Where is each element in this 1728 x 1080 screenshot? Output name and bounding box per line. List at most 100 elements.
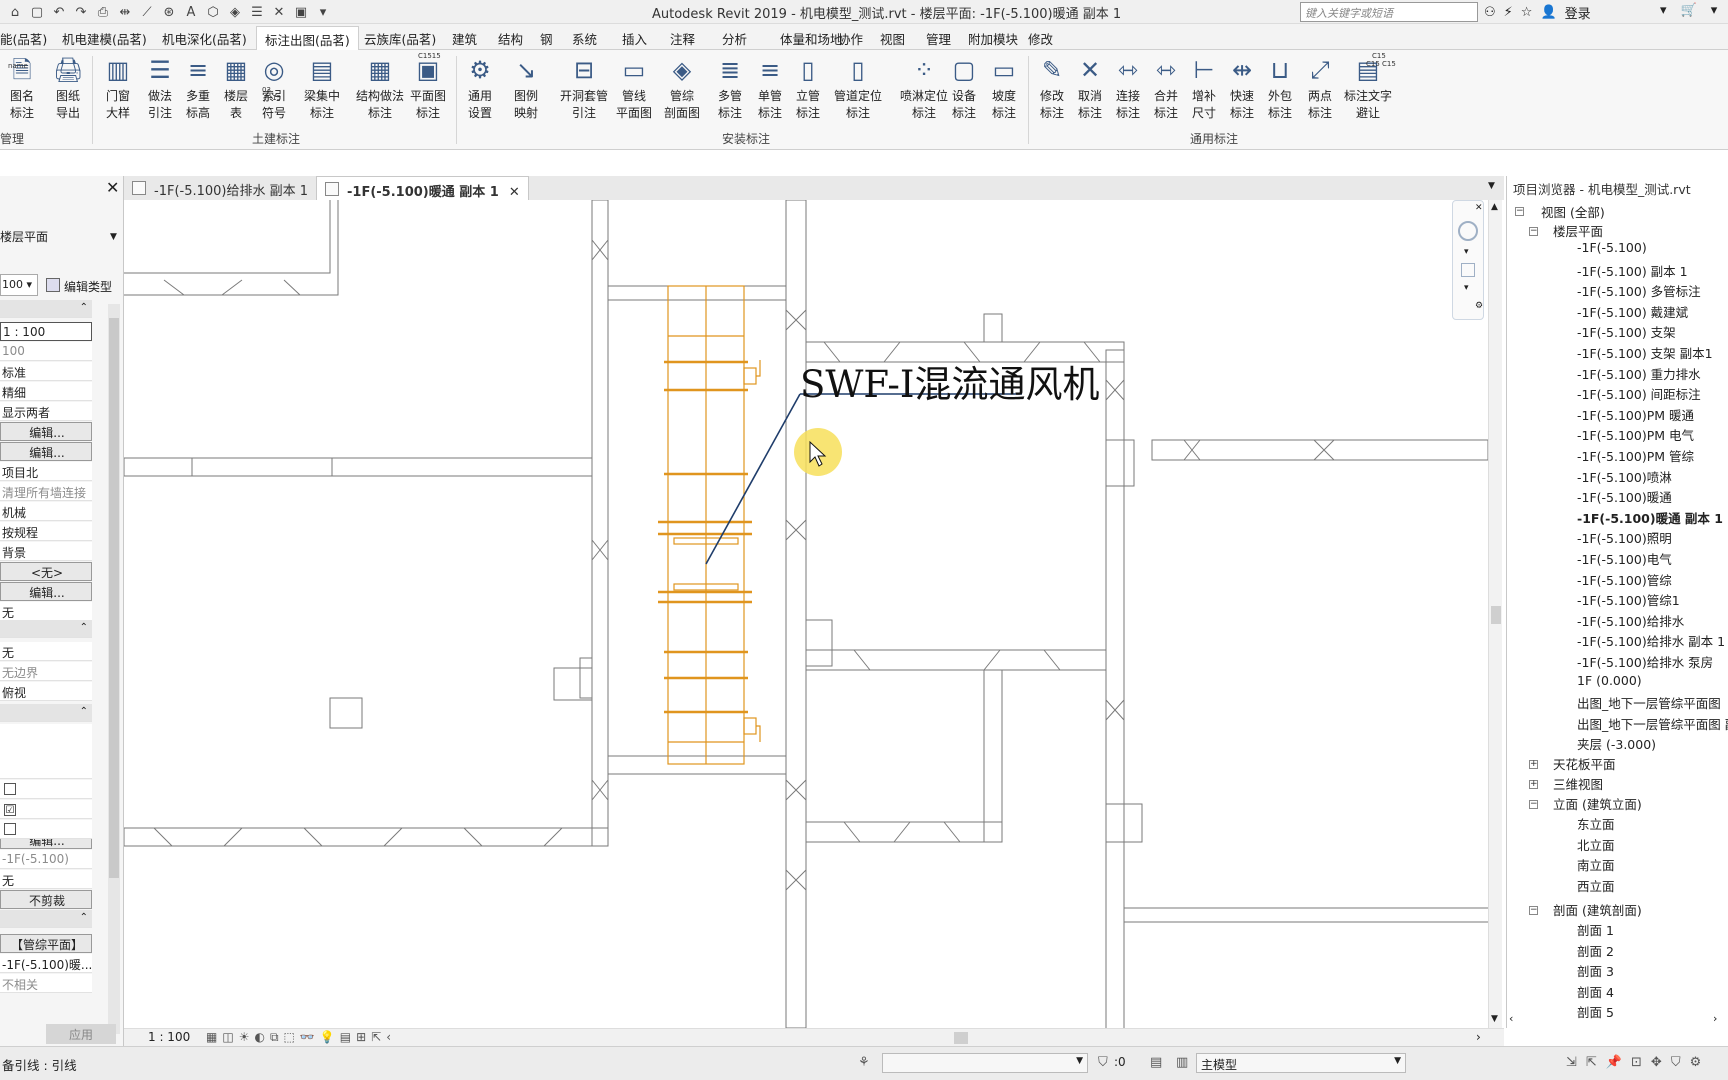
chevron-down-icon[interactable]: ▾ [1464,247,1469,257]
settings-icon[interactable]: ⚙ [1690,1055,1702,1070]
ribbon-tab-0[interactable]: 能(品茗) [0,29,47,48]
analytical-icon[interactable]: ⊞ [356,1030,366,1045]
ribbon-tab-11[interactable]: 分析 [722,29,747,48]
ribbon-tab-14[interactable]: 视图 [880,29,905,48]
scroll-left-icon[interactable]: ‹ [1509,1012,1513,1025]
tab-hvac-copy[interactable]: -1F(-5.100)暖通 副本 1 ✕ [316,176,529,200]
ribbon-button-1[interactable]: 🖨 图纸 导出 [50,54,86,122]
ribbon-button-23[interactable]: ✕ 取消 标注 [1072,54,1108,122]
select-underlay-icon[interactable]: ⇱ [1586,1055,1597,1070]
browser-item-section[interactable]: 剖面 2 [1577,941,1614,960]
redo-icon[interactable]: ↷ [72,3,90,21]
switch-windows-icon[interactable]: ▣ [292,3,310,21]
browser-item-section[interactable]: 剖面 3 [1577,961,1614,980]
chevron-down-icon[interactable]: ▼ [110,232,117,242]
temporary-hide-icon[interactable]: 👓 [300,1030,315,1045]
measure-icon[interactable]: ⇹ [116,3,134,21]
property-value-21[interactable]: 不剪裁 [0,890,92,909]
expand-icon[interactable]: + [1529,760,1538,769]
ribbon-button-16[interactable]: ≡ 单管 标注 [752,54,788,122]
property-group-header[interactable] [0,910,92,928]
property-value-13[interactable]: 编辑... [0,582,92,601]
ribbon-button-29[interactable]: ⤢ 两点 标注 [1302,54,1338,122]
zoom-icon[interactable] [1461,263,1475,277]
checkbox[interactable]: ☑ [4,804,16,816]
open-icon[interactable]: ▢ [28,3,46,21]
ribbon-tab-8[interactable]: 系统 [572,29,597,48]
reveal-hidden-icon[interactable]: 💡 [320,1030,335,1045]
browser-item-floor-plan[interactable]: 出图_地下一层管综平面图 [1577,693,1721,712]
collapse-icon[interactable]: − [1529,906,1538,915]
text-icon[interactable]: A [182,3,200,21]
browser-item-floor-plan[interactable]: -1F(-5.100) 支架 副本1 [1577,343,1713,362]
subscription-icon[interactable]: ⚡ [1504,5,1513,20]
scroll-down-icon[interactable]: ▼ [1491,1014,1498,1024]
drawing-canvas[interactable]: SWF-I混流通风机 [124,200,1488,1028]
ribbon-button-18[interactable]: ▯ 管道定位 标注 [830,54,886,122]
ribbon-button-15[interactable]: ≣ 多管 标注 [712,54,748,122]
browser-item-floor-plan[interactable]: -1F(-5.100)给排水 [1577,611,1684,630]
select-by-face-icon[interactable]: ⊡ [1631,1055,1642,1070]
ribbon-button-13[interactable]: ▭ 管线 平面图 [612,54,656,122]
property-group-header[interactable] [0,620,92,638]
browser-item-floor-plan[interactable]: -1F(-5.100)喷淋 [1577,467,1672,486]
filter-icon[interactable]: ⛉ [1098,1055,1108,1070]
browser-node-3d-views[interactable]: 三维视图 [1553,774,1603,793]
browser-item-floor-plan[interactable]: 出图_地下一层管综平面图 副 [1577,714,1728,733]
browser-item-elevation[interactable]: 西立面 [1577,876,1615,895]
ribbon-tab-15[interactable]: 管理 [926,29,951,48]
ribbon-tab-4[interactable]: 云族库(品茗) [364,29,436,48]
browser-item-floor-plan[interactable]: -1F(-5.100)电气 [1577,549,1672,568]
property-checkbox-row[interactable] [0,780,92,799]
properties-scrollbar[interactable] [108,304,120,1034]
horizontal-scrollbar-thumb[interactable] [954,1032,968,1044]
search-input[interactable]: 键入关键字或短语 [1300,2,1478,22]
cart-icon[interactable]: 🛒 [1681,3,1697,18]
collapse-icon[interactable]: − [1529,800,1538,809]
ribbon-button-7[interactable]: ▤ 梁集中 标注 [300,54,344,122]
tag-icon[interactable]: ⊛ [160,3,178,21]
checkbox[interactable] [4,783,16,795]
home-icon[interactable]: ⌂ [6,3,24,21]
annotation-leader[interactable] [705,393,1022,565]
section-icon[interactable]: ◈ [226,3,244,21]
ribbon-button-12[interactable]: ⊟ 开洞套管 引注 [552,54,616,122]
more-icon[interactable]: ▾ [1711,3,1718,18]
scrollbar-thumb[interactable] [1491,606,1501,624]
browser-node-views[interactable]: 视图 (全部) [1541,202,1605,221]
ribbon-tab-13[interactable]: 协作 [838,29,863,48]
browser-item-floor-plan[interactable]: -1F(-5.100)PM 管综 [1577,446,1694,465]
browser-item-floor-plan[interactable]: -1F(-5.100)PM 电气 [1577,425,1694,444]
ribbon-tab-9[interactable]: 插入 [622,29,647,48]
browser-item-elevation[interactable]: 北立面 [1577,835,1615,854]
collapse-icon[interactable]: − [1515,207,1524,216]
align-icon[interactable]: ⟋ [138,3,156,21]
chevron-down-icon[interactable]: ▾ [1464,283,1469,293]
undo-icon[interactable]: ↶ [50,3,68,21]
ribbon-tab-17[interactable]: 修改 [1028,29,1053,48]
close-tab-icon[interactable]: ✕ [509,185,520,200]
user-icon[interactable]: 👤 [1540,5,1556,20]
browser-item-floor-plan[interactable]: -1F(-5.100) 间距标注 [1577,384,1701,403]
thin-lines-icon[interactable]: ☰ [248,3,266,21]
expand-icon[interactable]: + [1529,780,1538,789]
browser-item-floor-plan[interactable]: -1F(-5.100)管综 [1577,570,1672,589]
browser-item-floor-plan[interactable]: -1F(-5.100) 支架 [1577,322,1676,341]
select-links-icon[interactable]: ⇲ [1566,1055,1577,1070]
browser-node-ceiling-plans[interactable]: 天花板平面 [1553,754,1616,773]
filter-status-icon[interactable]: ⛉ [1671,1055,1681,1070]
detail-level-icon[interactable]: ▦ [206,1030,217,1045]
print-icon[interactable]: ⎙ [94,3,112,21]
ribbon-tab-5[interactable]: 建筑 [452,29,477,48]
property-value-6[interactable]: 编辑... [0,442,92,461]
ribbon-button-27[interactable]: ⇹ 快速 标注 [1224,54,1260,122]
instance-filter-dropdown[interactable]: 100 ▾ [0,274,38,296]
browser-item-floor-plan[interactable]: -1F(-5.100)给排水 泵房 [1577,652,1713,671]
browser-item-floor-plan[interactable]: -1F(-5.100)PM 暖通 [1577,405,1694,424]
editable-only-icon[interactable]: ▤ [1150,1055,1162,1070]
ribbon-button-28[interactable]: ⊔ 外包 标注 [1262,54,1298,122]
ribbon-button-25[interactable]: ⇿ 合并 标注 [1148,54,1184,122]
browser-item-floor-plan[interactable]: -1F(-5.100)管综1 [1577,590,1680,609]
property-checkbox-row[interactable]: ☑ [0,800,92,819]
close-icon[interactable]: ✕ [106,178,119,197]
